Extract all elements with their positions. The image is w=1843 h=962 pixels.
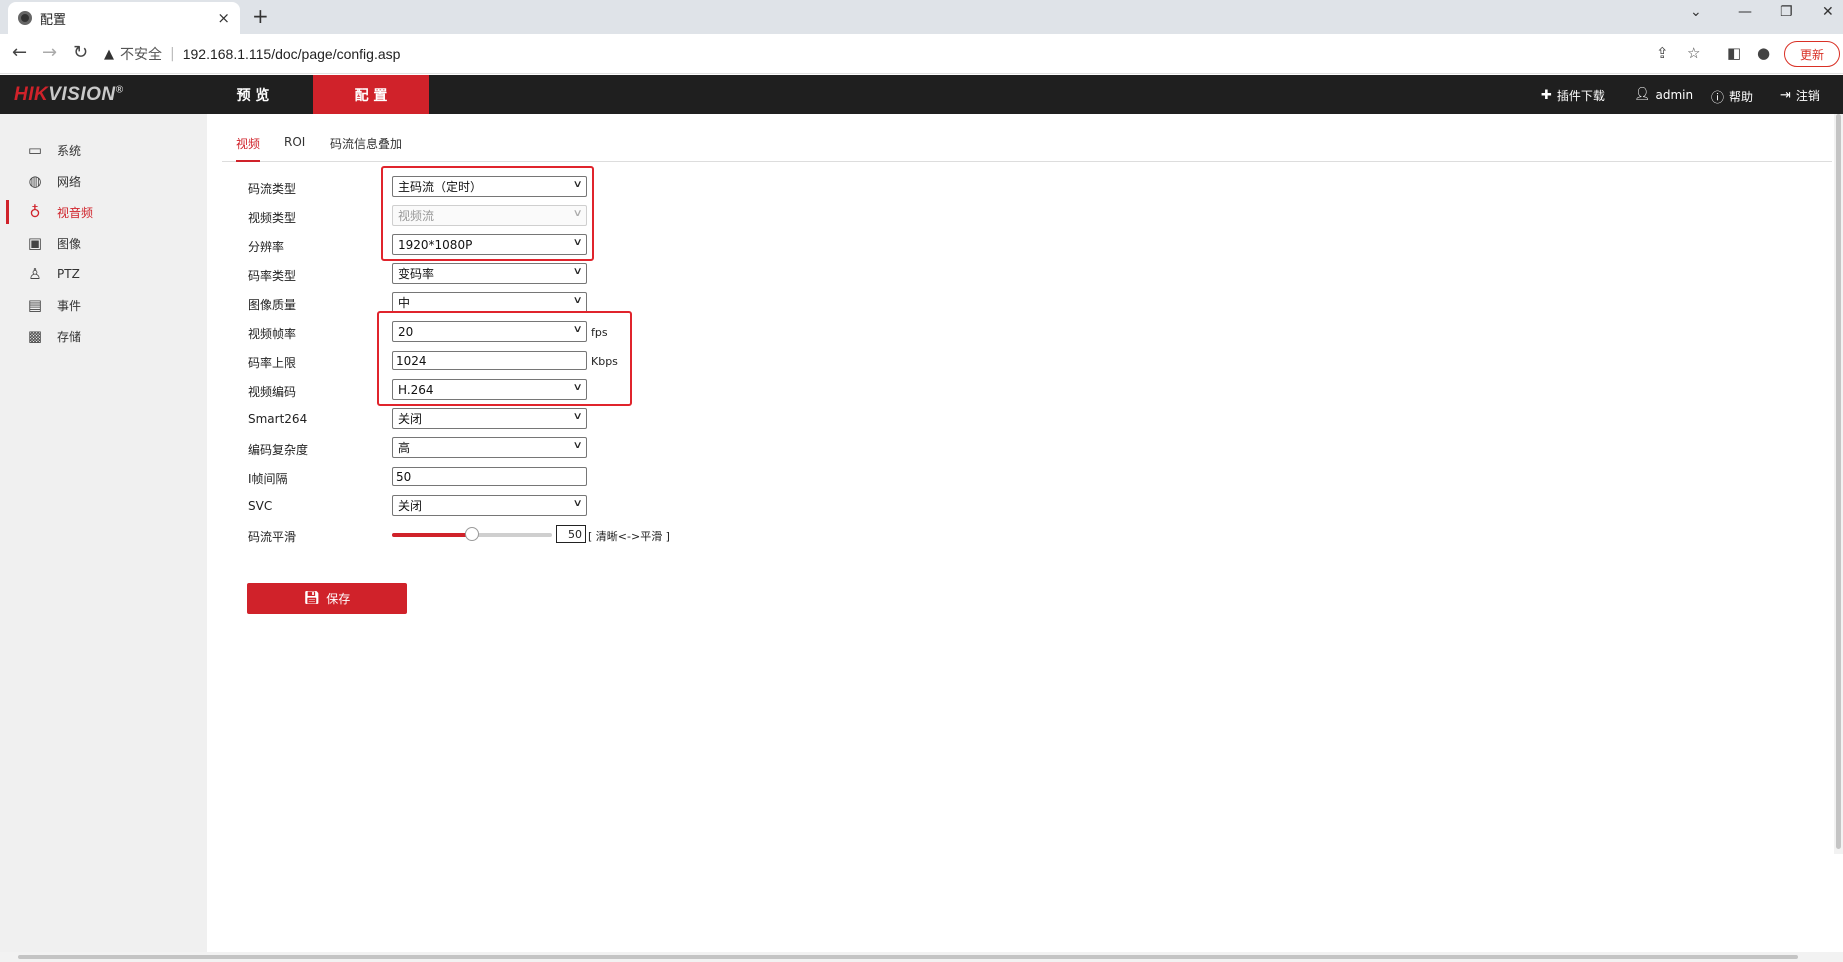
browser-tabstrip: 配置 × + ⌄ — ❐ ✕ [0, 0, 1843, 34]
resolution-label: 分辨率 [248, 240, 285, 254]
scrollbar-thumb[interactable] [1836, 114, 1841, 849]
stream-type-label: 码流类型 [248, 182, 297, 196]
tab-title: 配置 [40, 12, 67, 28]
smart264-select[interactable]: 关闭 ∨ [392, 408, 587, 429]
slider-fill [392, 533, 472, 537]
plugin-download-link[interactable]: ✚ 插件下载 [1541, 87, 1605, 104]
bookmark-star-icon[interactable]: ☆ [1687, 44, 1700, 62]
back-icon[interactable]: ← [12, 42, 27, 63]
image-quality-select[interactable]: 中 ∨ [392, 292, 587, 313]
smart264-label: Smart264 [248, 412, 308, 426]
side-panel-icon[interactable]: ◧ [1727, 44, 1741, 62]
sidebar-item-audio-video[interactable]: ♁ 视音频 [0, 198, 207, 226]
help-link[interactable]: ⓘ 帮助 [1711, 87, 1753, 106]
frame-rate-label: 视频帧率 [248, 327, 297, 341]
tab-video[interactable]: 视频 [236, 135, 261, 162]
nav-config[interactable]: 配 置 [313, 75, 429, 114]
ptz-icon: ♙ [28, 265, 42, 283]
image-quality-label: 图像质量 [248, 298, 297, 312]
logout-link[interactable]: ⇥ 注销 [1780, 87, 1820, 104]
sidebar-item-event[interactable]: ▤ 事件 [0, 291, 207, 319]
share-icon[interactable]: ⇪ [1656, 44, 1669, 62]
url-text[interactable]: 192.168.1.115/doc/page/config.asp [183, 46, 401, 62]
info-icon: ⓘ [1711, 91, 1725, 106]
slider-handle[interactable] [465, 527, 479, 541]
svc-label: SVC [248, 499, 273, 513]
bitrate-limit-label: 码率上限 [248, 356, 297, 370]
insecure-label: 不安全 [120, 47, 162, 63]
chevron-down-icon: ∨ [572, 411, 583, 422]
save-button[interactable]: 💾︎ 保存 [247, 583, 407, 614]
address-bar[interactable]: ▲ 不安全 | 192.168.1.115/doc/page/config.as… [104, 40, 1654, 68]
puzzle-icon: ✚ [1541, 88, 1552, 103]
encoding-complexity-select[interactable]: 高 ∨ [392, 437, 587, 458]
close-window-icon[interactable]: ✕ [1822, 4, 1834, 20]
save-disk-icon: 💾︎ [303, 591, 321, 606]
minimize-icon[interactable]: — [1738, 4, 1752, 20]
sidebar-item-network[interactable]: ◍ 网络 [0, 167, 207, 195]
highlight-box [381, 166, 594, 261]
update-button[interactable]: 更新 [1784, 41, 1840, 67]
sidebar-item-ptz[interactable]: ♙ PTZ [0, 260, 207, 288]
hikvision-logo: HIKVISION® [14, 84, 124, 105]
i-frame-interval-input[interactable]: 50 [392, 467, 587, 486]
chevron-down-icon: ∨ [572, 295, 583, 306]
highlight-box [377, 311, 632, 406]
video-type-label: 视频类型 [248, 211, 297, 225]
i-frame-interval-label: I帧间隔 [248, 472, 288, 486]
sidebar-item-storage[interactable]: ▩ 存储 [0, 322, 207, 350]
app-header: HIKVISION® 预 览 配 置 ✚ 插件下载 👤︎ admin ⓘ 帮助 … [0, 75, 1843, 114]
vertical-scrollbar[interactable] [1834, 114, 1843, 854]
scrollbar-thumb[interactable] [18, 955, 1798, 959]
forward-icon[interactable]: → [42, 42, 57, 63]
update-label: 更新 [1799, 47, 1824, 62]
nav-preview[interactable]: 预 览 [212, 75, 294, 114]
reload-icon[interactable]: ↻ [73, 42, 88, 63]
user-icon: 👤︎ [1634, 87, 1651, 102]
stream-smoothing-label: 码流平滑 [248, 530, 297, 544]
browser-toolbar: ← → ↻ ▲ 不安全 | 192.168.1.115/doc/page/con… [0, 34, 1843, 74]
video-encoding-label: 视频编码 [248, 385, 297, 399]
logout-icon: ⇥ [1780, 88, 1791, 103]
network-icon: ◍ [28, 172, 42, 190]
favicon-icon [18, 11, 32, 25]
tab-close-icon[interactable]: × [217, 9, 230, 27]
sub-tabs: 视频 ROI 码流信息叠加 [222, 128, 1832, 162]
bitrate-type-label: 码率类型 [248, 269, 297, 283]
stream-smoothing-value[interactable]: 50 [556, 525, 586, 543]
svc-select[interactable]: 关闭 ∨ [392, 495, 587, 516]
restore-icon[interactable]: ❐ [1780, 4, 1793, 20]
chevron-down-icon: ∨ [572, 498, 583, 509]
new-tab-button[interactable]: + [252, 4, 269, 28]
chevron-down-icon: ∨ [572, 440, 583, 451]
tab-search-icon[interactable]: ⌄ [1690, 4, 1702, 20]
sidebar-item-image[interactable]: ▣ 图像 [0, 229, 207, 257]
browser-tab[interactable]: 配置 × [8, 2, 240, 34]
audio-video-icon: ♁ [29, 203, 41, 221]
bitrate-type-select[interactable]: 变码率 ∨ [392, 263, 587, 284]
tab-roi[interactable]: ROI [284, 135, 305, 162]
storage-icon: ▩ [27, 327, 43, 345]
event-icon: ▤ [27, 296, 43, 314]
sidebar: ▭ 系统 ◍ 网络 ♁ 视音频 ▣ 图像 ♙ PTZ ▤ 事件 ▩ 存储 [0, 114, 207, 952]
user-menu[interactable]: 👤︎ admin [1634, 87, 1693, 102]
address-separator: | [170, 46, 175, 62]
stream-smoothing-hint: [ 清晰<->平滑 ] [588, 530, 670, 543]
tab-stream-info-overlay[interactable]: 码流信息叠加 [330, 135, 402, 162]
sidebar-item-system[interactable]: ▭ 系统 [0, 136, 207, 164]
horizontal-scrollbar[interactable] [0, 952, 1843, 962]
warning-icon: ▲ [104, 46, 114, 62]
chevron-down-icon: ∨ [572, 266, 583, 277]
encoding-complexity-label: 编码复杂度 [248, 443, 309, 457]
image-icon: ▣ [27, 234, 43, 252]
profile-icon[interactable]: ● [1757, 44, 1770, 62]
system-icon: ▭ [27, 141, 43, 159]
